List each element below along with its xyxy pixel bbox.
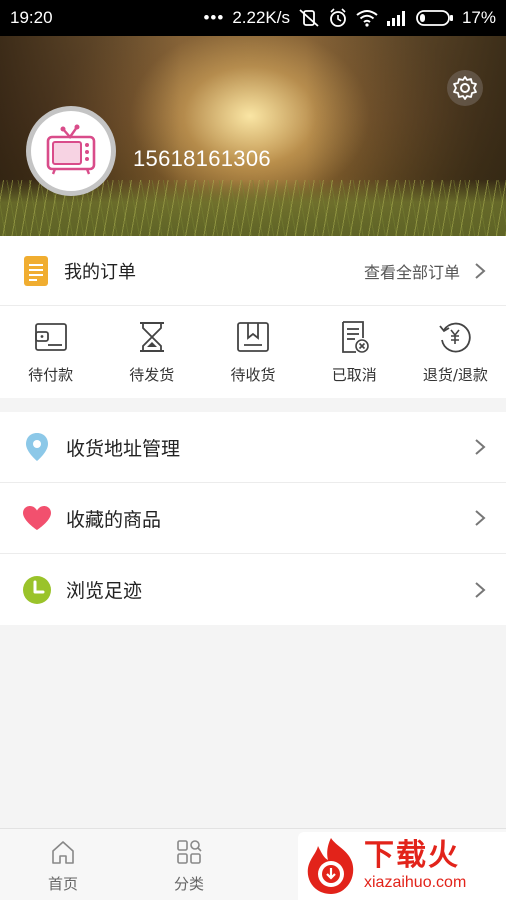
menu-item-label: 收货地址管理 — [66, 437, 181, 460]
menu-item-history[interactable]: 浏览足迹 — [0, 554, 506, 625]
gear-icon — [453, 76, 477, 100]
chevron-right-icon — [475, 262, 486, 279]
status-pending-payment[interactable]: 待付款 — [0, 306, 101, 398]
network-speed: 2.22K/s — [232, 8, 290, 27]
status-indicators: ••• 2.22K/s 17% — [203, 8, 496, 28]
my-orders-row[interactable]: 我的订单 查看全部订单 — [0, 236, 506, 306]
box-icon — [237, 322, 269, 352]
chevron-right-icon — [475, 510, 486, 526]
home-icon — [52, 841, 74, 864]
category-icon — [177, 840, 202, 864]
battery-icon — [416, 10, 453, 26]
view-all-orders-link[interactable]: 查看全部订单 — [364, 259, 460, 283]
vibrate-off-icon — [299, 9, 319, 27]
cancelled-receipt-icon — [342, 321, 370, 353]
status-cancelled[interactable]: 已取消 — [304, 306, 405, 398]
status-label: 待收货 — [230, 366, 276, 384]
menu-item-label: 收藏的商品 — [66, 508, 162, 531]
watermark-text: 下载火 xiazaihuo.com — [364, 841, 466, 891]
profile-header: 15618161306 — [0, 36, 506, 236]
nav-category[interactable]: 分类 — [126, 829, 252, 900]
status-label: 退货/退款 — [422, 366, 488, 384]
watermark-cn: 下载火 — [364, 838, 460, 873]
nav-label: 分类 — [173, 875, 204, 893]
menu-item-label: 浏览足迹 — [66, 580, 143, 602]
clock-icon — [22, 575, 52, 605]
avatar[interactable] — [26, 106, 116, 196]
order-status-bar: 待付款 待发货 待收货 已取消 退货/退款 — [0, 306, 506, 398]
order-document-icon — [24, 255, 48, 286]
my-orders-title: 我的订单 — [64, 261, 136, 283]
status-bar: 19:20 ••• 2.22K/s 17% — [0, 0, 506, 36]
chevron-right-icon — [475, 439, 486, 455]
nav-home[interactable]: 首页 — [0, 829, 126, 900]
status-time: 19:20 — [10, 8, 53, 27]
alarm-icon — [330, 8, 346, 27]
status-pending-receipt[interactable]: 待收货 — [202, 306, 303, 398]
heart-icon — [22, 503, 52, 533]
status-label: 已取消 — [331, 366, 377, 384]
signal-icon — [386, 11, 405, 26]
status-label: 待付款 — [28, 366, 74, 384]
wifi-icon — [356, 10, 378, 27]
more-dots-icon: ••• — [203, 8, 225, 27]
settings-button[interactable] — [447, 70, 483, 106]
hourglass-icon — [139, 322, 164, 352]
nav-label: 首页 — [47, 875, 78, 893]
menu-item-address[interactable]: 收货地址管理 — [0, 412, 506, 483]
watermark-en: xiazaihuo.com — [364, 874, 467, 891]
chevron-right-icon — [475, 581, 486, 598]
flame-logo-icon — [307, 838, 354, 894]
status-label: 待发货 — [129, 366, 175, 384]
wallet-icon — [34, 323, 67, 351]
watermark: 下载火 xiazaihuo.com — [298, 832, 506, 900]
refund-icon — [439, 322, 472, 353]
user-phone-number: 15618161306 — [133, 146, 271, 171]
status-refund[interactable]: 退货/退款 — [405, 306, 506, 398]
account-menu: 收货地址管理 收藏的商品 浏览足迹 — [0, 412, 506, 625]
location-pin-icon — [22, 432, 52, 462]
status-pending-shipment[interactable]: 待发货 — [101, 306, 202, 398]
battery-percent: 17% — [461, 8, 496, 27]
menu-item-favorites[interactable]: 收藏的商品 — [0, 483, 506, 554]
tv-icon — [46, 124, 96, 175]
